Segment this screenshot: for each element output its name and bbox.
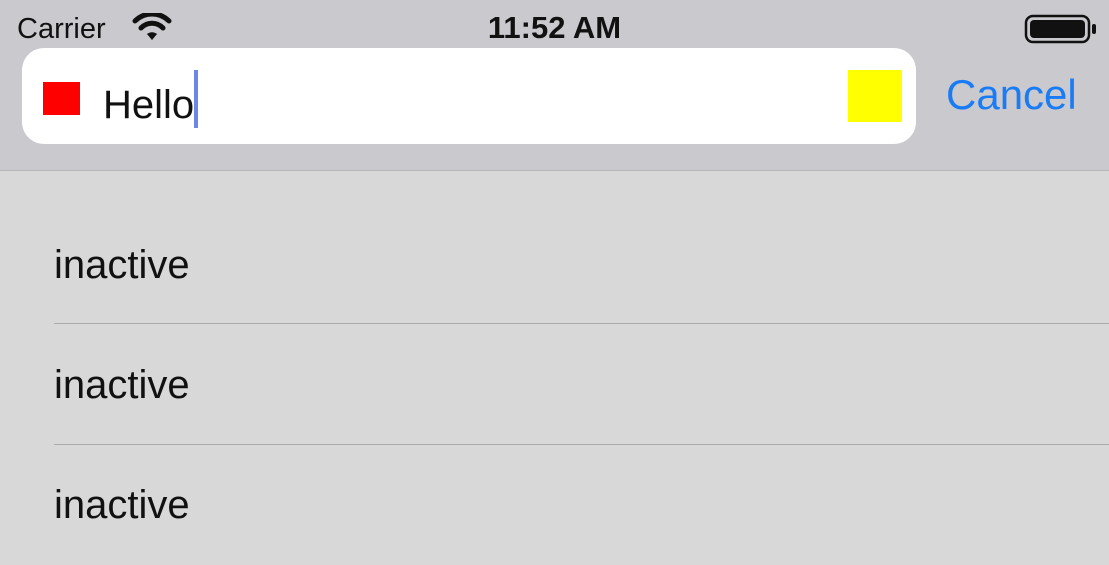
search-input-value: Hello — [103, 83, 195, 127]
list-item-label: inactive — [54, 483, 190, 527]
list-item-label: inactive — [54, 363, 190, 407]
cancel-button[interactable]: Cancel — [946, 69, 1077, 121]
list-item[interactable]: inactive — [0, 324, 1109, 444]
battery-icon — [1024, 14, 1096, 44]
status-bar: Carrier 11:52 AM — [0, 0, 1109, 46]
text-cursor — [194, 70, 199, 128]
red-square-icon — [43, 82, 80, 115]
list-item[interactable]: inactive — [0, 171, 1109, 291]
search-input[interactable]: Hello — [103, 70, 199, 130]
search-header: Carrier 11:52 AM Hello Cancel — [0, 0, 1109, 170]
results-list: inactive inactive inactive — [0, 171, 1109, 549]
search-field[interactable]: Hello — [22, 48, 916, 144]
list-item-label: inactive — [54, 243, 190, 287]
status-time: 11:52 AM — [487, 10, 622, 45]
yellow-square-icon[interactable] — [848, 70, 902, 122]
list-item[interactable]: inactive — [0, 445, 1109, 565]
